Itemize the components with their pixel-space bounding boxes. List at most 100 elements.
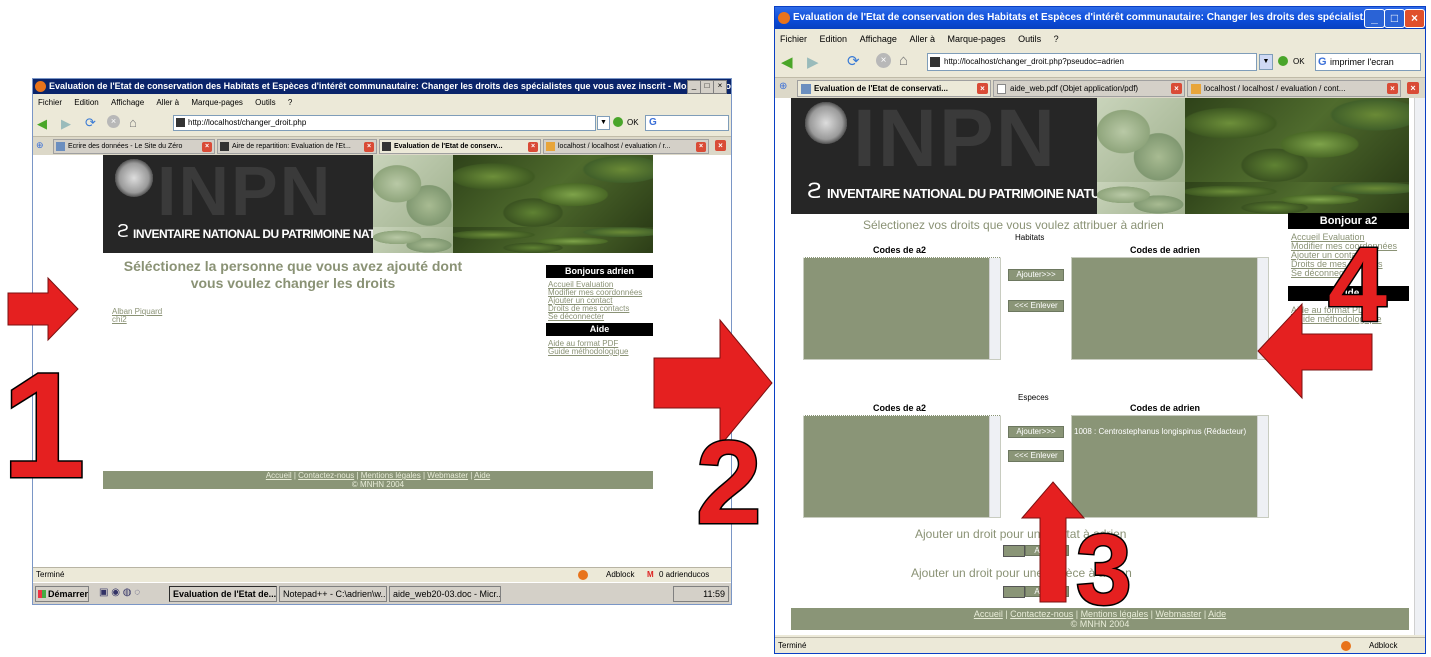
footer-webmaster[interactable]: Webmaster [1155, 609, 1201, 619]
habitats-add-button[interactable]: Ajouter>>> [1008, 269, 1064, 281]
especes-add-button[interactable]: Ajouter>>> [1008, 426, 1064, 438]
footer-accueil[interactable]: Accueil [266, 471, 292, 480]
right-search-box[interactable]: G imprimer l'ecran [1315, 53, 1421, 71]
page-scrollbar[interactable] [1414, 98, 1425, 635]
sidebar-link-deconnecter[interactable]: Se déconnecter [548, 312, 604, 321]
habitats-a2-listbox[interactable] [803, 257, 1001, 360]
stop-icon[interactable]: × [876, 53, 891, 68]
go-icon[interactable] [613, 117, 623, 127]
start-label: Démarrer [48, 589, 89, 599]
footer-mentions[interactable]: Mentions légales [361, 471, 421, 480]
left-tagline: INVENTAIRE NATIONAL DU PATRIMOINE NATURE… [133, 227, 406, 241]
dropdown-icon[interactable]: ▼ [597, 116, 610, 130]
quicklaunch-icons[interactable]: ▣ ◉ ◍ ◌ [99, 587, 140, 598]
right-url-bar[interactable]: http://localhost/changer_droit.php?pseud… [927, 53, 1257, 71]
stop-icon[interactable]: × [107, 115, 120, 128]
menu-edition[interactable]: Edition [74, 98, 98, 107]
pma-icon [546, 142, 555, 151]
tab-icon [220, 142, 229, 151]
menu-aller[interactable]: Aller à [156, 98, 179, 107]
menu-edition[interactable]: Edition [820, 34, 848, 44]
reload-icon[interactable]: ⟳ [85, 115, 96, 131]
firefox-status-icon [578, 570, 588, 580]
footer-aide[interactable]: Aide [474, 471, 490, 480]
menu-help[interactable]: ? [288, 98, 292, 107]
left-tab-4[interactable]: localhost / localhost / evaluation / r..… [543, 139, 709, 154]
menu-marque-pages[interactable]: Marque-pages [948, 34, 1006, 44]
person-link-chi2[interactable]: chi2 [112, 315, 127, 324]
menu-outils[interactable]: Outils [1018, 34, 1041, 44]
home-icon[interactable]: ⌂ [899, 52, 908, 69]
close-tab-icon[interactable]: × [1387, 83, 1398, 94]
right-photo-lily-2 [1185, 182, 1409, 214]
menu-help[interactable]: ? [1054, 34, 1059, 44]
left-tab-3[interactable]: Evaluation de l'Etat de conserv... × [379, 139, 541, 154]
close-tab-icon[interactable]: × [202, 142, 212, 152]
dropdown-icon[interactable]: ▼ [1259, 54, 1273, 70]
left-tab-2[interactable]: Aire de repartition: Evaluation de l'Et.… [217, 139, 377, 154]
footer-accueil[interactable]: Accueil [974, 609, 1003, 619]
home-icon[interactable]: ⌂ [129, 115, 137, 130]
maximize-button[interactable]: □ [700, 80, 714, 94]
reload-icon[interactable]: ⟳ [847, 52, 860, 70]
right-menubar: Fichier Edition Affichage Aller à Marque… [775, 31, 1425, 47]
forward-icon[interactable]: ▶ [807, 53, 819, 71]
maximize-button[interactable]: □ [1384, 9, 1405, 28]
left-tab-1[interactable]: Ecrire des données - Le Site du Zéro × [53, 139, 215, 154]
go-icon[interactable] [1278, 56, 1288, 66]
close-all-tabs-icon[interactable]: × [1407, 82, 1419, 94]
minimize-button[interactable]: _ [1364, 9, 1385, 28]
right-tab-2[interactable]: aide_web.pdf (Objet application/pdf) × [993, 80, 1185, 97]
start-button[interactable]: Démarrer [35, 586, 89, 602]
menu-affichage[interactable]: Affichage [111, 98, 144, 107]
close-button[interactable]: × [713, 80, 727, 94]
right-adblock-label[interactable]: Adblock [1369, 638, 1397, 653]
close-tab-icon[interactable]: × [696, 142, 706, 152]
menu-marque-pages[interactable]: Marque-pages [191, 98, 243, 107]
menu-outils[interactable]: Outils [255, 98, 275, 107]
habitats-adrien-listbox[interactable] [1071, 257, 1269, 360]
menu-aller[interactable]: Aller à [909, 34, 935, 44]
footer-webmaster[interactable]: Webmaster [427, 471, 468, 480]
left-mail-count[interactable]: 0 adrienducos [659, 568, 709, 582]
right-ok-label[interactable]: OK [1293, 57, 1305, 66]
scrollbar[interactable] [989, 258, 1000, 359]
back-icon[interactable]: ◀ [781, 53, 793, 71]
right-tab-1-label: Evaluation de l'Etat de conservati... [814, 84, 948, 93]
footer-contact[interactable]: Contactez-nous [298, 471, 354, 480]
minimize-button[interactable]: _ [687, 80, 701, 94]
left-adblock-label[interactable]: Adblock [606, 568, 634, 582]
right-tab-3[interactable]: localhost / localhost / evaluation / con… [1187, 80, 1401, 97]
taskbar-item-word[interactable]: aide_web20-03.doc - Micr... [389, 586, 501, 602]
footer-aide[interactable]: Aide [1208, 609, 1226, 619]
taskbar-item-firefox[interactable]: Evaluation de l'Etat de... [169, 586, 277, 602]
especes-remove-button[interactable]: <<< Enlever [1008, 450, 1064, 462]
left-search-box[interactable]: G [645, 115, 729, 131]
right-tab-1[interactable]: Evaluation de l'Etat de conservati... × [797, 80, 991, 97]
left-ok-label[interactable]: OK [627, 118, 639, 127]
scrollbar[interactable] [989, 416, 1000, 517]
menu-affichage[interactable]: Affichage [860, 34, 897, 44]
close-tab-icon[interactable]: × [977, 83, 988, 94]
close-tab-icon[interactable]: × [528, 142, 538, 152]
new-tab-icon[interactable]: ⊕ [779, 81, 787, 92]
taskbar-item-notepad[interactable]: Notepad++ - C:\adrien\w... [279, 586, 387, 602]
scrollbar[interactable] [1257, 416, 1268, 517]
left-url-bar[interactable]: http://localhost/changer_droit.php [173, 115, 596, 131]
especes-adrien-listbox[interactable]: 1008 : Centrostephanus longispinus (Réda… [1071, 415, 1269, 518]
list-item[interactable]: 1008 : Centrostephanus longispinus (Réda… [1074, 427, 1246, 436]
back-icon[interactable]: ◀ [37, 116, 47, 132]
close-all-tabs-icon[interactable]: × [715, 140, 726, 151]
close-tab-icon[interactable]: × [364, 142, 374, 152]
close-button[interactable]: × [1404, 9, 1425, 28]
footer-contact[interactable]: Contactez-nous [1010, 609, 1073, 619]
especes-a2-listbox[interactable] [803, 415, 1001, 518]
menu-fichier[interactable]: Fichier [780, 34, 807, 44]
forward-icon[interactable]: ▶ [61, 116, 71, 132]
help-link-guide[interactable]: Guide méthodologique [548, 347, 629, 356]
especes-codes-adrien-label: Codes de adrien [1130, 403, 1201, 413]
new-tab-icon[interactable]: ⊕ [36, 140, 44, 151]
habitats-remove-button[interactable]: <<< Enlever [1008, 300, 1064, 312]
close-tab-icon[interactable]: × [1171, 83, 1182, 94]
menu-fichier[interactable]: Fichier [38, 98, 62, 107]
